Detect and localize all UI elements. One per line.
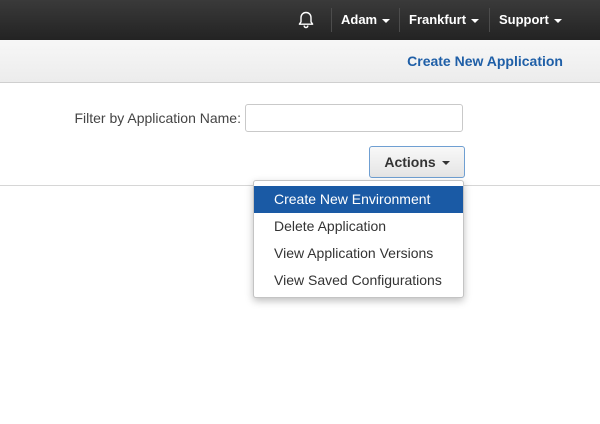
user-menu-label: Adam — [341, 12, 378, 27]
menu-item-view-saved-configurations[interactable]: View Saved Configurations — [254, 267, 463, 294]
create-new-application-link[interactable]: Create New Application — [407, 53, 563, 69]
nav-separator — [489, 8, 490, 32]
user-menu[interactable]: Adam — [341, 12, 391, 28]
support-menu-label: Support — [499, 12, 549, 27]
nav-separator — [399, 8, 400, 32]
actions-button-label: Actions — [384, 154, 436, 170]
region-menu-label: Frankfurt — [409, 12, 467, 27]
menu-item-create-new-environment[interactable]: Create New Environment — [254, 186, 463, 213]
menu-item-view-application-versions[interactable]: View Application Versions — [254, 240, 463, 267]
menu-item-delete-application[interactable]: Delete Application — [254, 213, 463, 240]
chevron-down-icon — [471, 18, 480, 23]
chevron-down-icon — [382, 18, 391, 23]
top-navigation-bar: Adam Frankfurt Support — [0, 0, 600, 40]
chevron-down-icon — [553, 18, 562, 23]
bell-icon[interactable] — [296, 10, 316, 30]
actions-dropdown-menu: Create New Environment Delete Applicatio… — [253, 180, 464, 298]
chevron-down-icon — [441, 161, 450, 166]
support-menu[interactable]: Support — [499, 12, 562, 28]
nav-separator — [331, 8, 332, 32]
application-name-filter-input[interactable] — [245, 104, 463, 132]
bell-icon-graphic — [298, 11, 314, 29]
region-menu[interactable]: Frankfurt — [409, 12, 480, 28]
filter-label: Filter by Application Name: — [74, 110, 241, 126]
actions-button[interactable]: Actions — [369, 146, 465, 178]
sub-navigation-bar: Create New Application — [0, 40, 600, 83]
